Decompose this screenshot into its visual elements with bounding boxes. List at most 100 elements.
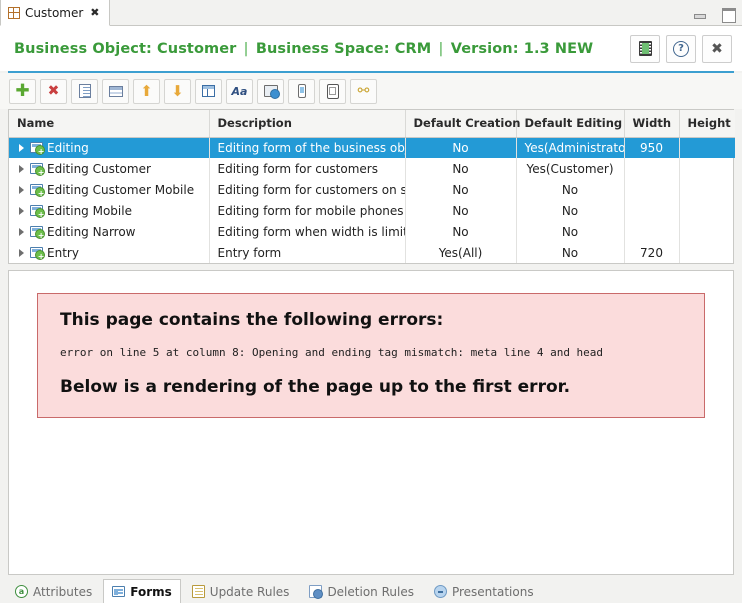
cell-description: Editing form of the business objec — [209, 137, 406, 158]
forms-icon — [112, 586, 126, 597]
update-rules-icon — [191, 585, 205, 598]
banner-separator-2: | — [438, 40, 444, 57]
cell-width — [624, 158, 680, 179]
form-name-label: Entry — [47, 245, 79, 260]
table-row[interactable]: + Editing Editing form of the business obj… — [9, 137, 735, 158]
minimize-icon[interactable] — [694, 7, 706, 19]
close-editor-button[interactable]: ✖ — [702, 34, 732, 63]
form-icon: + — [30, 163, 45, 177]
cell-height — [679, 179, 735, 200]
form-name-label: Editing Narrow — [47, 224, 136, 239]
cell-name: + Editing Customer — [9, 158, 210, 179]
column-header-default-editing[interactable]: Default Editing — [516, 110, 625, 138]
bottom-tab-deletion-rules[interactable]: Deletion Rules — [300, 579, 423, 603]
banner-text: Business Object: Customer | Business Space… — [14, 41, 593, 57]
form-preview-pane: This page contains the following errors:… — [8, 270, 734, 575]
cell-default-editing: No — [516, 179, 625, 200]
attributes-icon: a — [15, 585, 28, 598]
banner-separator-1: | — [243, 40, 249, 57]
table-row[interactable]: + Editing Narrow Editing form when width i… — [9, 221, 735, 242]
bottom-tab-label: Update Rules — [209, 584, 290, 599]
bottom-tab-forms[interactable]: Forms — [103, 579, 181, 603]
forms-table: Name Description Default Creation Defaul… — [8, 109, 735, 264]
window-controls — [694, 0, 736, 26]
cell-description: Entry form — [209, 242, 406, 263]
editor-tab-customer[interactable]: Customer ✖ — [0, 0, 110, 26]
table-row[interactable]: + Entry Entry form Yes(All) No 720 — [9, 242, 735, 263]
table-row[interactable]: + Editing Mobile Editing form for mobile p… — [9, 200, 735, 221]
expand-arrow-icon[interactable] — [19, 227, 24, 236]
expand-arrow-icon[interactable] — [19, 164, 24, 173]
help-button[interactable]: ? — [666, 34, 696, 63]
move-up-button[interactable] — [133, 78, 160, 104]
cell-name: + Editing Customer Mobile — [9, 179, 210, 200]
cell-default-creation: No — [405, 158, 517, 179]
cell-default-editing: No — [516, 221, 625, 242]
close-icon[interactable]: ✖ — [90, 7, 99, 18]
cell-default-creation: No — [405, 137, 517, 158]
film-icon — [638, 41, 652, 56]
cell-height — [679, 158, 735, 179]
table-row[interactable]: + Editing Customer Mobile Editing form for… — [9, 179, 735, 200]
column-header-default-creation[interactable]: Default Creation — [405, 110, 520, 138]
cell-width: 950 — [624, 137, 680, 158]
bottom-tab-update-rules[interactable]: Update Rules — [183, 579, 299, 603]
plus-icon: ✚ — [15, 80, 30, 101]
banner-buttons: ? ✖ — [630, 34, 736, 63]
expand-arrow-icon[interactable] — [19, 143, 24, 152]
error-title: This page contains the following errors: — [60, 310, 444, 330]
web-preview-button[interactable] — [257, 78, 284, 104]
font-aa-icon: Aa — [231, 84, 248, 98]
cell-name: + Editing Mobile — [9, 200, 210, 221]
cell-default-creation: No — [405, 200, 517, 221]
phone-preview-button[interactable] — [288, 78, 315, 104]
link-button[interactable]: ⚯ — [350, 78, 377, 104]
cell-width — [624, 179, 680, 200]
help-icon: ? — [673, 40, 689, 57]
tablet-preview-button[interactable] — [319, 78, 346, 104]
form-name-label: Editing Mobile — [47, 203, 132, 218]
expand-arrow-icon[interactable] — [19, 248, 24, 257]
table-icon — [108, 85, 123, 97]
error-message: error on line 5 at column 8: Opening and… — [60, 346, 604, 359]
table-header-row: Name Description Default Creation Defaul… — [9, 110, 735, 138]
bottom-tab-attributes[interactable]: a Attributes — [6, 579, 101, 603]
presentations-icon — [433, 585, 447, 598]
bottom-tab-presentations[interactable]: Presentations — [425, 579, 543, 603]
column-header-height[interactable]: Height — [679, 110, 735, 138]
link-icon: ⚯ — [357, 83, 370, 99]
expand-arrow-icon[interactable] — [19, 185, 24, 194]
cell-description: Editing form for customers on sm — [209, 179, 406, 200]
expand-arrow-icon[interactable] — [19, 206, 24, 215]
form-name-label: Editing Customer Mobile — [47, 182, 195, 197]
font-button[interactable]: Aa — [226, 78, 253, 104]
business-object-label: Business Object: Customer — [14, 40, 237, 57]
bottom-tab-label: Presentations — [451, 584, 534, 599]
column-header-name[interactable]: Name — [9, 110, 210, 138]
grid-icon — [8, 6, 20, 19]
delete-button[interactable]: ✖ — [40, 78, 67, 104]
red-x-icon: ✖ — [47, 83, 60, 99]
cell-default-creation: No — [405, 221, 517, 242]
film-button[interactable] — [630, 34, 660, 63]
bottom-tab-label: Forms — [130, 584, 172, 599]
form-name-label: Editing Customer — [47, 161, 151, 176]
column-header-width[interactable]: Width — [624, 110, 680, 138]
document-button[interactable] — [71, 78, 98, 104]
cell-default-creation: Yes(All) — [405, 242, 517, 263]
tablet-icon — [326, 83, 339, 99]
bottom-tab-bar: a Attributes Forms Update Rules Deletion Rul… — [0, 575, 742, 603]
column-header-description[interactable]: Description — [209, 110, 406, 138]
move-down-button[interactable] — [164, 78, 191, 104]
deletion-rules-icon — [309, 585, 324, 599]
application-window: Customer ✖ Business Object: Customer | Bus… — [0, 0, 742, 603]
form-name-label: Editing — [47, 140, 89, 155]
layout-button[interactable] — [195, 78, 222, 104]
maximize-icon[interactable] — [722, 7, 736, 23]
table-row[interactable]: + Editing Customer Editing form for custom… — [9, 158, 735, 179]
form-icon: + — [30, 184, 45, 198]
cell-width — [624, 200, 680, 221]
add-button[interactable]: ✚ — [9, 78, 36, 104]
table-button[interactable] — [102, 78, 129, 104]
forms-toolbar: ✚ ✖ Aa ⚯ — [0, 73, 742, 109]
